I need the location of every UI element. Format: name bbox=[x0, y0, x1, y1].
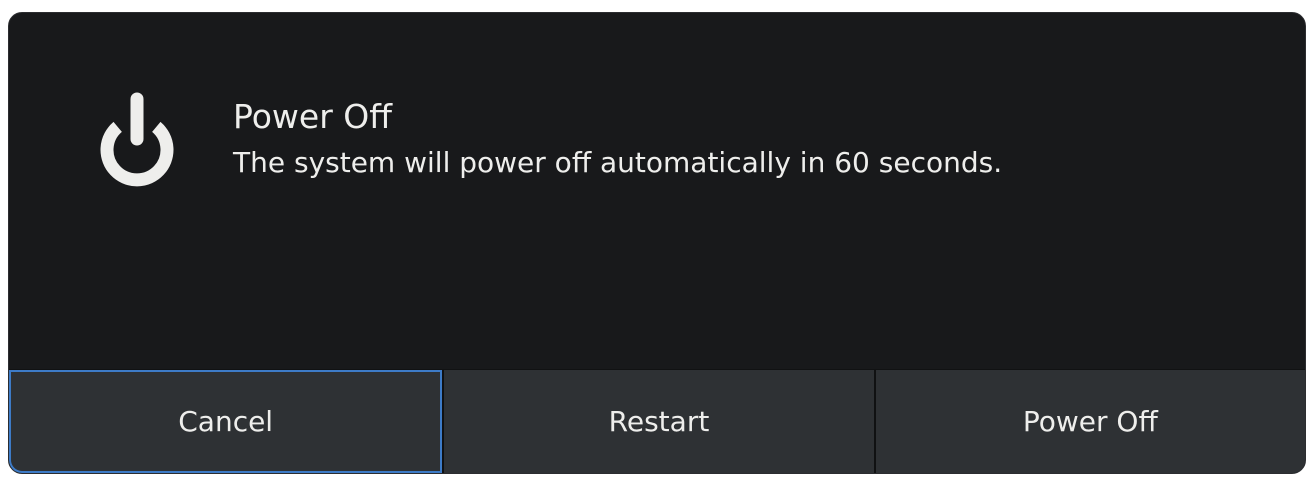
power-icon bbox=[100, 92, 174, 187]
power-off-dialog: Power Off The system will power off auto… bbox=[8, 12, 1306, 474]
restart-button[interactable]: Restart bbox=[442, 370, 874, 473]
dialog-title: Power Off bbox=[233, 97, 392, 136]
power-off-button[interactable]: Power Off bbox=[873, 370, 1305, 473]
dialog-button-row: Cancel Restart Power Off bbox=[9, 369, 1305, 473]
dialog-message: The system will power off automatically … bbox=[233, 146, 1003, 179]
dialog-content: Power Off The system will power off auto… bbox=[9, 13, 1305, 373]
cancel-button[interactable]: Cancel bbox=[9, 370, 443, 473]
